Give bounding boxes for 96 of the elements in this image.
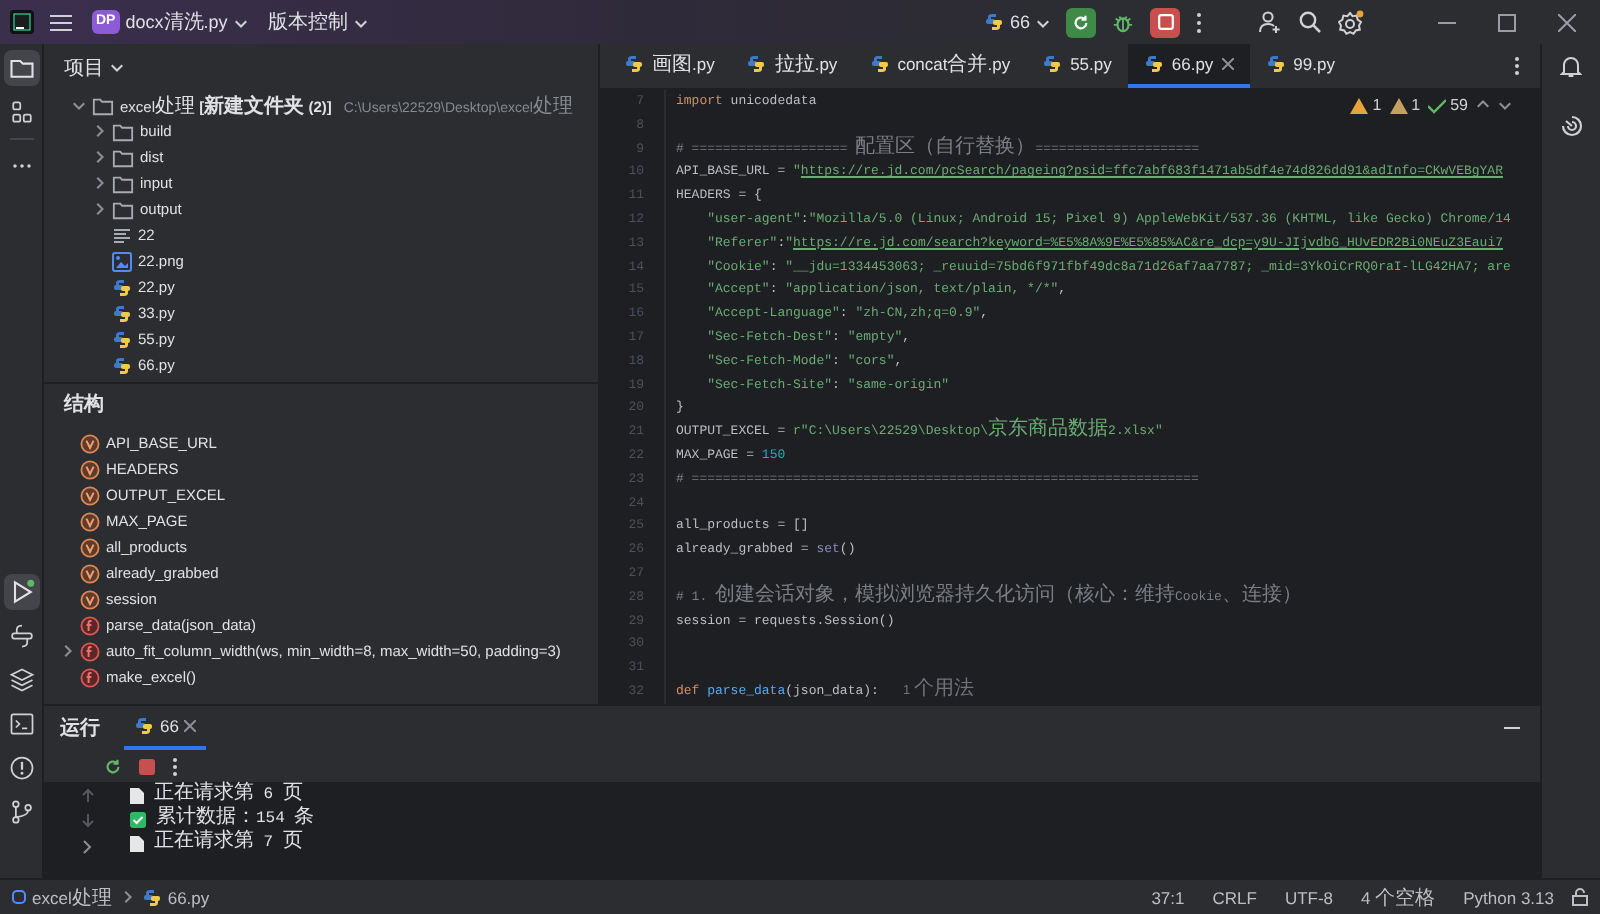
folder-icon [112,173,134,193]
python-file-icon [112,303,132,323]
rerun-icon[interactable] [104,757,122,775]
run-tab[interactable]: 66 [124,706,207,750]
run-config-selector[interactable]: 66 [983,12,1050,32]
python-file-icon [869,54,890,74]
chevron-right-icon[interactable] [82,840,92,854]
more-icon[interactable] [1514,56,1520,76]
status-item[interactable]: CRLF [1202,887,1267,907]
notifications-icon[interactable] [1560,54,1582,78]
python-file-icon [112,355,132,375]
lock-icon[interactable] [1572,888,1588,906]
python-file-icon [1042,54,1063,74]
image-file-icon [112,251,132,271]
passed-check-count[interactable]: 59 [1428,96,1468,114]
folder-icon [112,199,134,219]
next-issue-icon[interactable] [1498,98,1512,112]
function-icon [80,667,100,687]
python-file-icon [1143,54,1164,74]
python-icon [983,12,1004,32]
python-file-icon [624,54,644,74]
document-icon [130,836,144,852]
editor-tab[interactable]: 拉拉.py [730,44,854,88]
rerun-icon [1072,13,1090,31]
previous-issue-icon[interactable] [1476,98,1490,112]
chevron-right-icon[interactable] [92,124,106,138]
project-view-header[interactable]: 项目 [44,44,598,90]
structure-header: 结构 [64,391,104,417]
function-icon [80,615,100,635]
stop-icon[interactable] [138,757,156,775]
folder-icon [112,147,134,167]
breadcrumb[interactable]: 66.py [167,887,210,907]
python-file-icon [1265,54,1286,74]
chevron-down-icon[interactable] [72,98,86,112]
status-item[interactable]: UTF-8 [1274,887,1344,907]
text-file-icon [112,225,132,245]
variable-icon [80,511,100,531]
bug-icon[interactable] [1112,11,1134,33]
variable-icon [80,433,100,453]
status-item[interactable]: 37:1 [1141,887,1195,907]
editor-tab[interactable]: 66.py [1127,44,1250,88]
variable-icon [80,589,100,609]
function-icon [80,641,100,661]
chevron-down-icon[interactable] [1036,15,1050,29]
editor-tab[interactable]: concat合并.py [853,44,1027,88]
folder-icon [112,121,134,141]
chevron-down-icon[interactable] [233,15,248,29]
close-tab-icon[interactable] [1221,58,1234,70]
console-line: 正在请求第 7 页 [154,832,303,856]
rerun-button[interactable] [1066,7,1096,37]
python-file-icon [134,716,154,736]
module-icon [12,890,26,904]
document-icon [130,788,144,804]
folder-icon [92,95,114,115]
console-line: 累计数据：154 条 [156,808,315,830]
chevron-right-icon[interactable] [92,150,106,164]
more-icon[interactable] [1196,11,1202,33]
editor-tab[interactable]: 55.py [1026,44,1128,88]
panel-title: 运行 [60,715,100,744]
close-icon[interactable] [1557,13,1575,31]
variable-icon [80,459,100,479]
vcs-menu[interactable]: 版本控制 [267,8,368,36]
ai-assistant-icon[interactable] [1559,114,1583,138]
chevron-right-icon[interactable] [92,176,106,190]
run-icon[interactable] [3,574,39,610]
settings-icon[interactable] [1338,9,1364,35]
maximize-icon[interactable] [1497,13,1515,31]
breadcrumb[interactable]: excel处理 [32,883,112,911]
python-file-icon [112,329,132,349]
chevron-right-icon[interactable] [92,202,106,216]
stop-icon [1157,14,1173,30]
add-user-icon[interactable] [1258,10,1282,34]
close-tab-icon[interactable] [184,720,197,732]
folder-icon[interactable] [3,50,39,86]
check-icon [130,812,146,828]
python-file-icon [141,887,162,907]
stop-button[interactable] [1150,7,1180,37]
status-item[interactable]: Python 3.13 [1453,887,1564,907]
more-icon[interactable] [172,757,178,775]
python-file-icon [112,277,132,297]
menu-icon[interactable] [50,13,72,31]
editor-tab[interactable]: 99.py [1249,44,1351,88]
status-item[interactable]: 4 个空格 [1351,883,1446,911]
minimize-icon[interactable] [1504,726,1520,730]
variable-icon [80,537,100,557]
variable-icon [80,485,100,505]
variable-icon [80,563,100,583]
python-file-icon [746,54,767,74]
chevron-down-icon[interactable] [353,15,368,29]
console-line: 正在请求第 6 页 [154,784,303,806]
app-logo-icon[interactable] [10,10,34,34]
editor-tab[interactable]: 画图.py [608,44,731,88]
search-icon[interactable] [1298,10,1322,34]
chevron-down-icon[interactable] [110,60,124,74]
chevron-right-icon[interactable] [119,890,134,904]
chevron-right-icon[interactable] [60,644,74,658]
